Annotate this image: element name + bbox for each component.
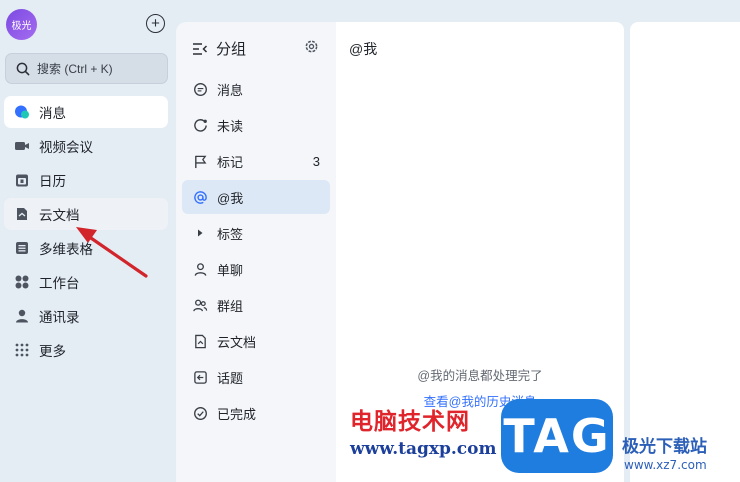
group-item-messages[interactable]: 消息 (182, 72, 330, 106)
group-item-labels[interactable]: 标签 (182, 216, 330, 250)
nav-item-base[interactable]: 多维表格 (4, 232, 168, 264)
search-input[interactable]: 搜索 (Ctrl + K) (5, 53, 168, 84)
nav-item-label: 视频会议 (39, 140, 93, 155)
group-item-label: 消息 (217, 82, 244, 98)
group-list: 消息 未读 标记 3 @我 标签 单聊 群组 云文档 话题 已完成 (182, 72, 330, 432)
nav-item-label: 通讯录 (39, 310, 80, 325)
group-item-label: @我 (217, 190, 244, 206)
doc-icon (192, 333, 208, 349)
unread-icon (192, 117, 208, 133)
nav-item-label: 日历 (39, 174, 66, 189)
caret-right-icon[interactable] (192, 225, 208, 241)
search-icon (16, 62, 30, 75)
group-item-groups[interactable]: 群组 (182, 288, 330, 322)
page-title: @我 (349, 41, 378, 57)
nav-item-label: 更多 (39, 344, 66, 359)
group-item-topics[interactable]: 话题 (182, 360, 330, 394)
nav-item-video-meeting[interactable]: 视频会议 (4, 130, 168, 162)
search-placeholder: 搜索 (Ctrl + K) (37, 62, 113, 76)
watermark-title: 电脑技术网 (350, 409, 470, 435)
nav-item-calendar[interactable]: 日历 (4, 164, 168, 196)
check-icon (192, 405, 208, 421)
group-item-count: 3 (312, 153, 320, 169)
collapse-icon[interactable] (192, 42, 208, 56)
group-item-label: 已完成 (217, 406, 257, 422)
nav-item-cloud-docs[interactable]: 云文档 (4, 198, 168, 230)
nav-item-messages[interactable]: 消息 (4, 96, 168, 128)
more-icon (14, 342, 30, 358)
table-icon (14, 240, 30, 256)
video-icon (14, 138, 30, 154)
group-item-label: 群组 (217, 298, 244, 314)
message-icon (14, 104, 30, 120)
group-item-label: 未读 (217, 118, 244, 134)
calendar-icon (14, 172, 30, 188)
workspace-icon (14, 274, 30, 290)
nav-item-label: 多维表格 (39, 242, 93, 257)
nav-item-workplace[interactable]: 工作台 (4, 266, 168, 298)
group-panel: 分组 消息 未读 标记 3 @我 标签 单聊 群组 云文档 话题 已完成 (176, 22, 336, 482)
group-item-cloud-docs[interactable]: 云文档 (182, 324, 330, 358)
empty-state-message: @我的消息都处理完了 (417, 369, 543, 383)
watermark-url: www.tagxp.com (350, 439, 497, 459)
group-item-done[interactable]: 已完成 (182, 396, 330, 430)
detail-panel (630, 22, 740, 482)
topic-icon (192, 369, 208, 385)
nav-item-label: 工作台 (39, 276, 80, 291)
avatar[interactable]: 极光 (6, 9, 37, 40)
chat-icon (192, 81, 208, 97)
nav-item-label: 云文档 (39, 208, 80, 223)
nav-item-label: 消息 (39, 106, 66, 121)
cloud-doc-icon (14, 206, 30, 222)
watermark-site-name: 极光下载站 (622, 437, 707, 457)
gear-icon[interactable] (304, 39, 319, 54)
nav-list: 消息 视频会议 日历 云文档 多维表格 工作台 通讯录 更多 (4, 96, 168, 368)
panel-header: 分组 (192, 38, 246, 59)
contacts-icon (14, 308, 30, 324)
group-item-label: 单聊 (217, 262, 244, 278)
group-item-label: 标签 (217, 226, 244, 242)
group-item-mentions[interactable]: @我 (182, 180, 330, 214)
flag-icon (192, 153, 208, 169)
watermark-logo: TAG (501, 399, 613, 473)
person-icon (192, 261, 208, 277)
group-icon (192, 297, 208, 313)
watermark-site-url: www.xz7.com (624, 458, 707, 472)
group-item-label: 云文档 (217, 334, 257, 350)
group-item-label: 话题 (217, 370, 244, 386)
group-item-direct-chats[interactable]: 单聊 (182, 252, 330, 286)
add-icon[interactable]: + (146, 14, 165, 33)
group-item-unread[interactable]: 未读 (182, 108, 330, 142)
panel-title: 分组 (216, 41, 247, 58)
group-item-flagged[interactable]: 标记 3 (182, 144, 330, 178)
nav-item-more[interactable]: 更多 (4, 334, 168, 366)
nav-item-contacts[interactable]: 通讯录 (4, 300, 168, 332)
group-item-label: 标记 (217, 154, 244, 170)
at-icon (192, 189, 208, 205)
left-navigation: 极光 + 搜索 (Ctrl + K) 消息 视频会议 日历 云文档 多维表格 工… (0, 0, 176, 482)
